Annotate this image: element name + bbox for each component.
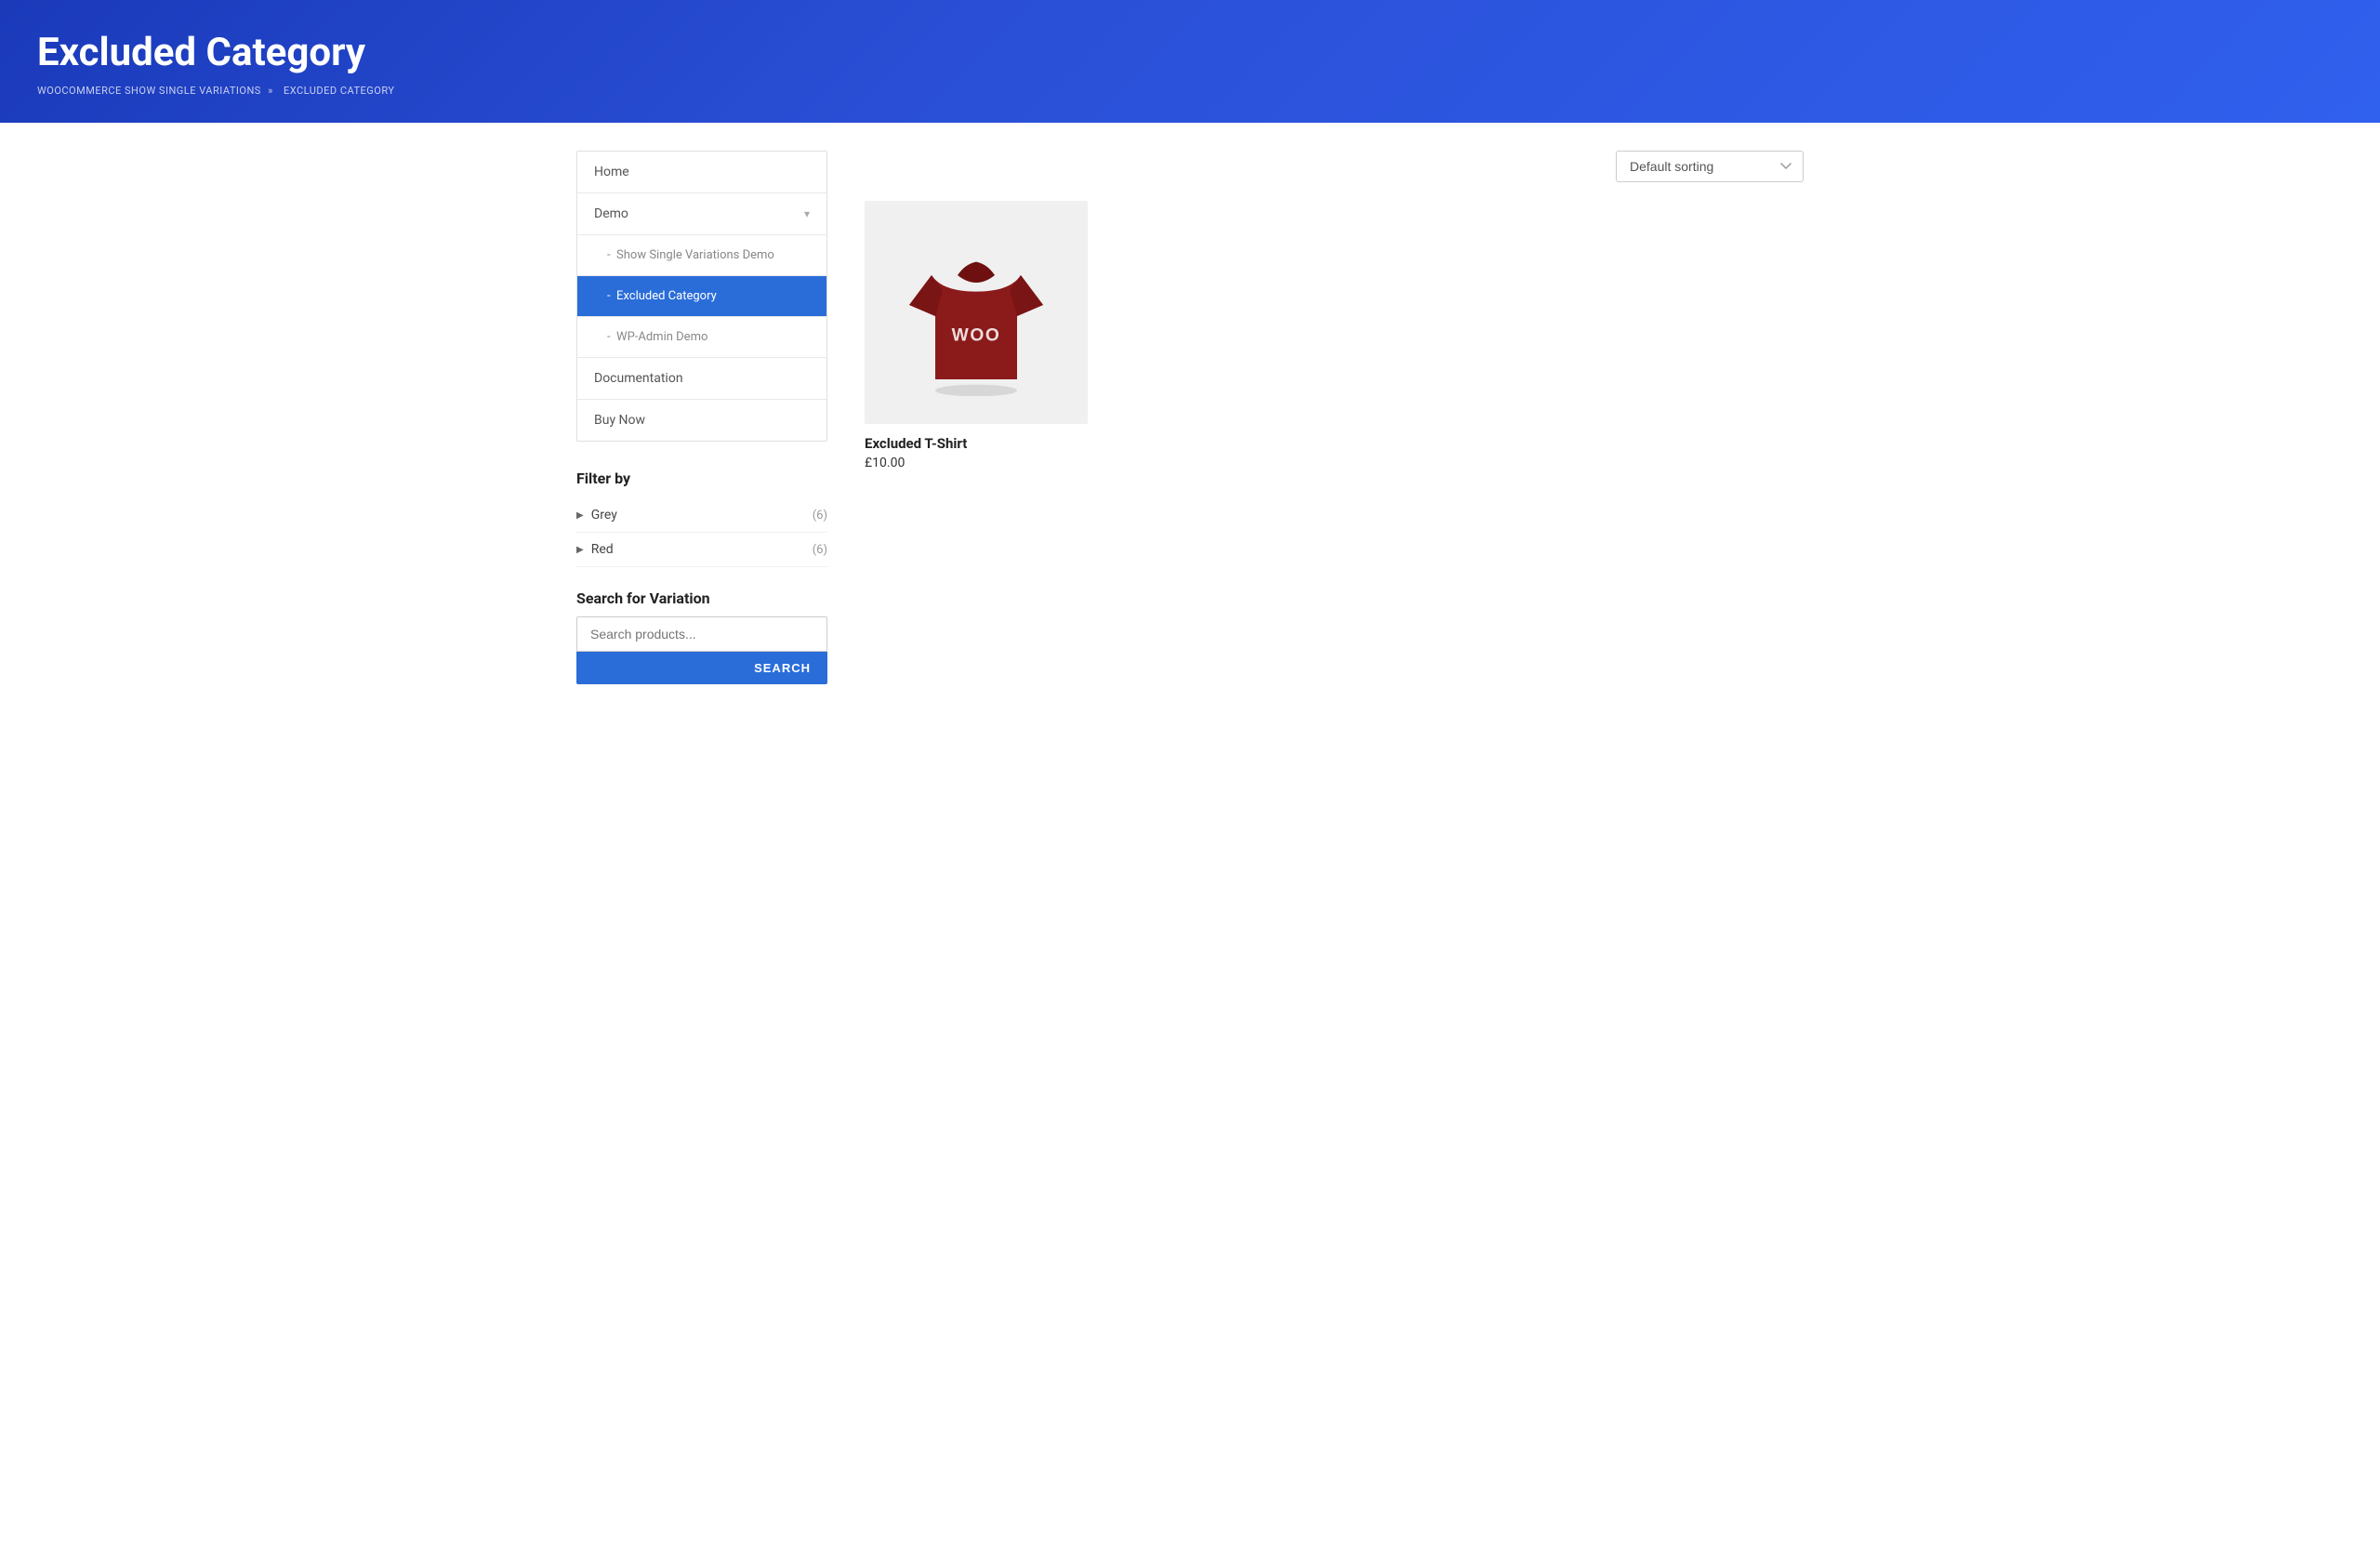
sidebar: Home Demo ▾ - Show Single Variations Dem… xyxy=(576,151,827,684)
sort-select[interactable]: Default sorting Sort by popularity Sort … xyxy=(1616,151,1804,182)
product-card-excluded-tshirt[interactable]: WOO Excluded T-Shirt £10.00 xyxy=(865,201,1088,470)
breadcrumb-link-1[interactable]: WOOCOMMERCE SHOW SINGLE VARIATIONS xyxy=(37,85,261,97)
content-area: Default sorting Sort by popularity Sort … xyxy=(865,151,1804,684)
search-input[interactable] xyxy=(576,616,827,652)
product-grid: WOO Excluded T-Shirt £10.00 xyxy=(865,201,1804,470)
search-form: SEARCH xyxy=(576,616,827,684)
page-header: Excluded Category WOOCOMMERCE SHOW SINGL… xyxy=(0,0,2380,123)
page-title: Excluded Category xyxy=(37,30,2343,75)
filter-item-red[interactable]: ▶ Red (6) xyxy=(576,533,827,567)
nav-item-home[interactable]: Home xyxy=(577,152,826,193)
nav-item-show-single-variations-demo[interactable]: - Show Single Variations Demo xyxy=(577,235,826,276)
product-image-tshirt: WOO xyxy=(902,229,1051,396)
sidebar-nav: Home Demo ▾ - Show Single Variations Dem… xyxy=(576,151,827,442)
filter-section: Filter by ▶ Grey (6) ▶ Red (6) xyxy=(576,470,827,567)
search-section-title: Search for Variation xyxy=(576,589,827,607)
content-toolbar: Default sorting Sort by popularity Sort … xyxy=(865,151,1804,182)
breadcrumb-current: Excluded Category xyxy=(284,85,395,97)
nav-item-wp-admin-demo[interactable]: - WP-Admin Demo xyxy=(577,317,826,358)
main-layout: Home Demo ▾ - Show Single Variations Dem… xyxy=(539,123,1841,712)
product-image-wrap: WOO xyxy=(865,201,1088,424)
chevron-down-icon: ▾ xyxy=(804,207,810,220)
filter-item-grey[interactable]: ▶ Grey (6) xyxy=(576,498,827,533)
breadcrumb: WOOCOMMERCE SHOW SINGLE VARIATIONS » Exc… xyxy=(37,85,2343,97)
product-price: £10.00 xyxy=(865,456,1088,470)
nav-item-buy-now[interactable]: Buy Now xyxy=(577,400,826,441)
filter-section-title: Filter by xyxy=(576,470,827,487)
filter-arrow-red-icon: ▶ xyxy=(576,545,584,555)
svg-text:WOO: WOO xyxy=(952,325,1001,345)
nav-item-documentation[interactable]: Documentation xyxy=(577,358,826,400)
product-name: Excluded T-Shirt xyxy=(865,435,1088,452)
filter-arrow-grey-icon: ▶ xyxy=(576,510,584,521)
breadcrumb-separator: » xyxy=(268,85,276,97)
nav-item-demo[interactable]: Demo ▾ xyxy=(577,193,826,235)
nav-item-excluded-category[interactable]: - Excluded Category xyxy=(577,276,826,317)
search-button[interactable]: SEARCH xyxy=(576,652,827,684)
search-section: Search for Variation SEARCH xyxy=(576,589,827,684)
